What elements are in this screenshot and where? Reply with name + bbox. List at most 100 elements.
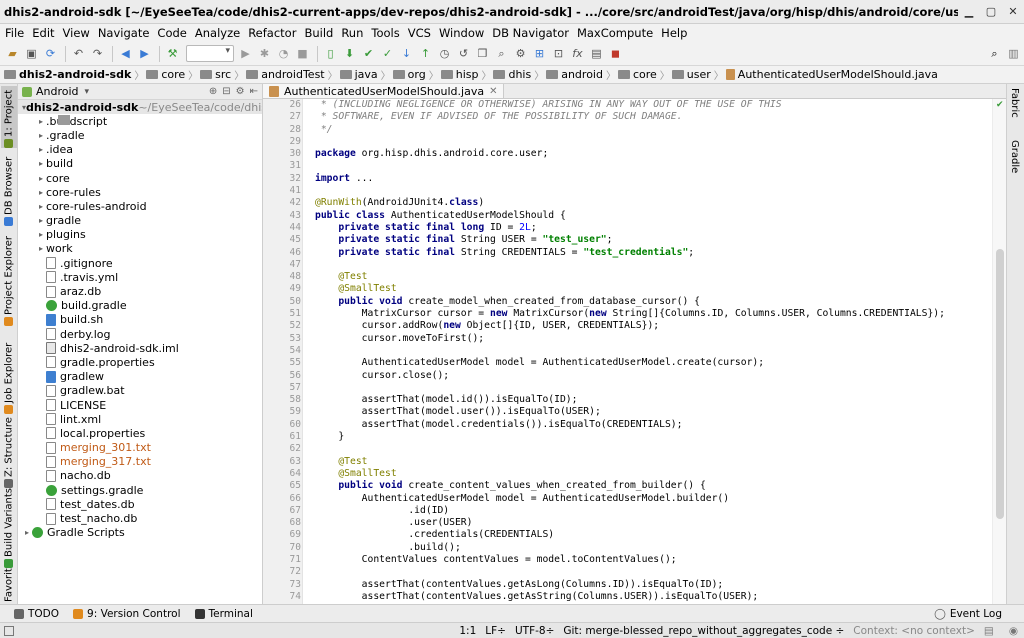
tree-item[interactable]: ▸ .buildscript [18,114,262,128]
vcs-history-icon[interactable]: ◷ [436,45,453,62]
tab-authenticated-user-model-should[interactable]: AuthenticatedUserModelShould.java ✕ [263,84,505,98]
function-icon[interactable]: fx [569,45,586,62]
stop-icon[interactable]: ■ [294,45,311,62]
find-icon[interactable]: ⌕ [493,45,510,62]
hide-panel-icon[interactable]: ⇤ [250,86,258,97]
tree-item[interactable]: ▸ build [18,115,262,171]
forward-icon[interactable]: ▶ [136,45,153,62]
scrollbar-thumb[interactable] [996,249,1004,519]
tree-item[interactable]: .travis.yml [18,270,262,284]
event-log-tab[interactable]: ◯ Event Log [934,608,1002,620]
git-branch[interactable]: Git: merge-blessed_repo_without_aggregat… [563,625,844,637]
tree-item[interactable]: ▸ Gradle Scripts [18,526,262,540]
expand-arrow-icon[interactable]: ▸ [36,159,46,168]
redo-icon[interactable]: ↷ [89,45,106,62]
menu-navigate[interactable]: Navigate [95,26,153,40]
vcs-update-icon[interactable]: ↓ [398,45,415,62]
tab-structure[interactable]: Z: Structure [1,416,17,488]
breadcrumb-item[interactable]: AuthenticatedUserModelShould.java [725,68,938,81]
settings-icon[interactable]: ⚙ [512,45,529,62]
menu-help[interactable]: Help [658,26,690,40]
tab-db-browser[interactable]: DB Browser [1,154,17,226]
inspector-icon[interactable]: ◉ [1009,625,1018,637]
run-icon[interactable]: ▶ [237,45,254,62]
tree-item[interactable]: ▸ core-rules [18,115,262,199]
menu-analyze[interactable]: Analyze [192,26,243,40]
tree-item[interactable]: merging_317.txt [18,455,262,469]
tree-item[interactable]: settings.gradle [18,483,262,497]
expand-arrow-icon[interactable]: ▸ [36,145,46,154]
tab-project[interactable]: 1: Project [1,86,17,148]
save-icon[interactable]: ▣ [23,45,40,62]
make-project-icon[interactable]: ⚒ [164,45,181,62]
tree-item[interactable]: .gitignore [18,256,262,270]
back-icon[interactable]: ◀ [117,45,134,62]
tree-item[interactable]: ▸ .gradle [18,115,262,142]
open-folder-icon[interactable]: ▰ [4,45,21,62]
tree-item[interactable]: ▸ work [18,115,262,256]
minimize-icon[interactable]: ▁ [961,4,977,20]
menu-maxcompute[interactable]: MaxCompute [574,26,656,40]
menu-build[interactable]: Build [301,26,336,40]
tree-item[interactable]: test_nacho.db [18,511,262,525]
debug-icon[interactable]: ✱ [256,45,273,62]
tree-item[interactable]: araz.db [18,284,262,298]
git-check-icon[interactable]: ✓ [379,45,396,62]
android-device-monitor-icon[interactable]: ✔ [360,45,377,62]
tree-item[interactable]: LICENSE [18,398,262,412]
tree-item[interactable]: ▸ core-rules-android [18,115,262,213]
profile-icon[interactable]: ◔ [275,45,292,62]
tab-build-variants[interactable]: Build Variants [1,488,17,568]
tree-item[interactable]: test_dates.db [18,497,262,511]
line-separator[interactable]: LF÷ [485,625,506,637]
collapse-all-icon[interactable]: ⊟ [222,86,230,97]
tab-job-explorer[interactable]: Job Explorer [1,334,17,414]
expand-arrow-icon[interactable]: ▸ [22,528,32,537]
revert-icon[interactable]: ↺ [455,45,472,62]
breadcrumb-item[interactable]: android 〉 [546,67,616,82]
breadcrumb-item[interactable]: java 〉 [339,67,391,82]
menu-code[interactable]: Code [154,26,189,40]
tree-item[interactable]: nacho.db [18,469,262,483]
tree-item[interactable]: build.sh [18,313,262,327]
search-everywhere-icon[interactable]: ⌕ [986,45,1003,62]
tab-project-explorer[interactable]: Project Explorer [1,234,17,326]
expand-arrow-icon[interactable]: ▸ [36,174,46,183]
settings-icon[interactable]: ⚙ [236,86,245,97]
terminal-tab[interactable]: Terminal [194,608,253,620]
tree-item[interactable]: merging_301.txt [18,441,262,455]
db-icon[interactable]: ▤ [588,45,605,62]
tree-item[interactable]: ▸ core [18,115,262,185]
breadcrumb-item[interactable]: src 〉 [200,67,244,82]
vcs-commit-icon[interactable]: ↑ [417,45,434,62]
tree-item[interactable]: dhis2-android-sdk.iml [18,341,262,355]
breadcrumb-item[interactable]: dhis 〉 [493,67,544,82]
task-context[interactable]: Context: <no context> [853,625,975,637]
tool-windows-icon[interactable] [4,625,14,636]
expand-arrow-icon[interactable]: ▸ [36,244,46,253]
tree-item[interactable]: lint.xml [18,412,262,426]
caret-position[interactable]: 1:1 [459,625,476,637]
locate-icon[interactable]: ⊕ [209,86,217,97]
tree-item[interactable]: ▸ plugins [18,115,262,242]
max-compute-icon[interactable]: ◼ [607,45,624,62]
version-control-tab[interactable]: 9: Version Control [73,608,181,620]
expand-arrow-icon[interactable]: ▸ [36,202,46,211]
menu-db-navigator[interactable]: DB Navigator [489,26,572,40]
todo-tab[interactable]: TODO [14,608,59,620]
menu-refactor[interactable]: Refactor [245,26,299,40]
expand-arrow-icon[interactable]: ▸ [36,131,46,140]
tab-gradle[interactable]: Gradle [1009,140,1020,173]
sdk-manager-icon[interactable]: ⬇ [341,45,358,62]
expand-arrow-icon[interactable]: ▸ [36,230,46,239]
breadcrumb-item[interactable]: user 〉 [671,67,724,82]
tab-fabric[interactable]: Fabric [1009,88,1020,118]
menu-tools[interactable]: Tools [368,26,402,40]
menu-run[interactable]: Run [338,26,366,40]
tree-item[interactable]: gradle.properties [18,355,262,369]
tab-favorites[interactable]: Favorites [1,568,17,602]
menu-edit[interactable]: Edit [29,26,57,40]
undo-icon[interactable]: ↶ [70,45,87,62]
sql-icon[interactable]: ⊡ [550,45,567,62]
copy-icon[interactable]: ❐ [474,45,491,62]
